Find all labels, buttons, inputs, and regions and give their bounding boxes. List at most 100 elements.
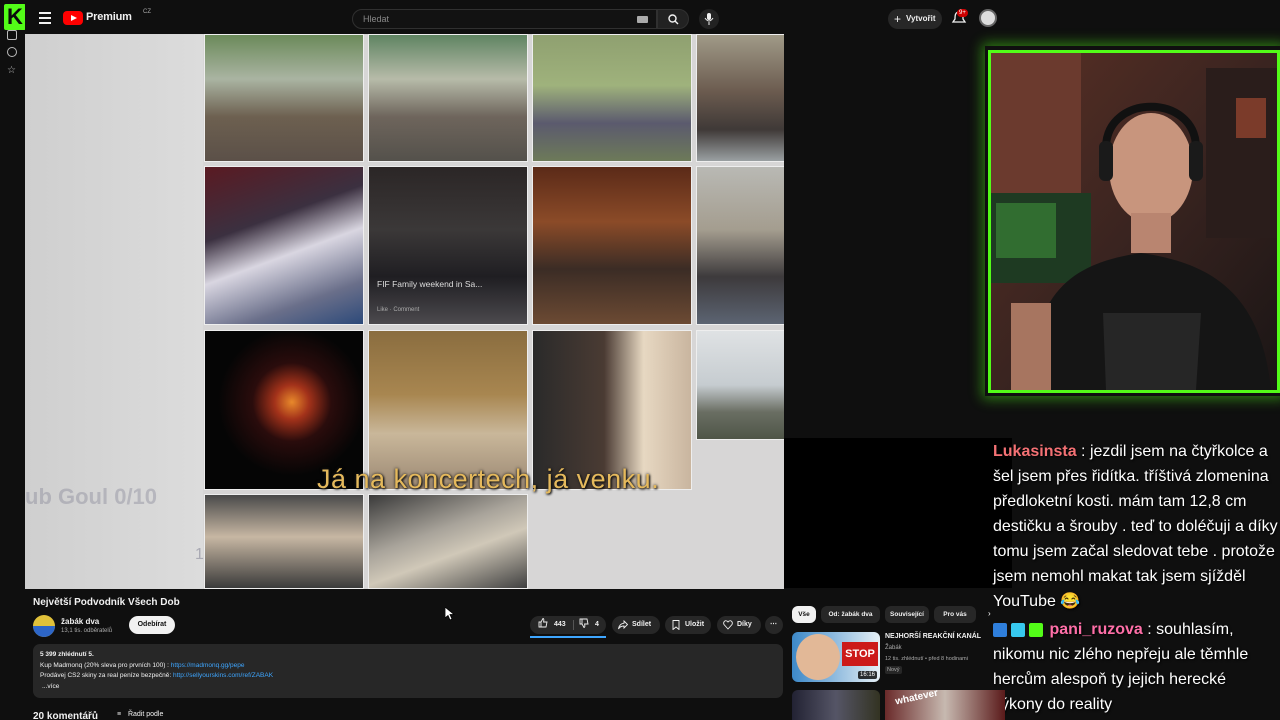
photo-thumbnail: [204, 166, 364, 325]
chip-all[interactable]: Vše: [792, 606, 816, 623]
sort-button[interactable]: ≡ Řadit podle: [117, 711, 163, 718]
like-count: 443: [553, 621, 566, 628]
youtube-logo-icon[interactable]: [63, 11, 83, 25]
description-more[interactable]: ...více: [40, 682, 776, 693]
photo-thumbnail: [368, 494, 528, 589]
mini-sidebar: ☆: [0, 30, 25, 90]
chip-related[interactable]: Související: [885, 606, 929, 623]
chat-separator: :: [1142, 621, 1157, 638]
more-actions-button[interactable]: ⋯: [765, 616, 783, 634]
sort-icon: ≡: [117, 711, 122, 718]
photo-thumbnail: [368, 34, 528, 162]
like-button[interactable]: 443: [538, 616, 566, 634]
create-label: Vytvořit: [906, 14, 936, 23]
channel-subscribers: 13,1 tis. odběratelů: [61, 628, 113, 634]
description-line: Prodávej CS2 skiny za real peníze bezpeč…: [40, 671, 776, 682]
comments-count: 20 komentářů: [33, 711, 99, 720]
chat-message: Lukasinsta : jezdil jsem na čtyřkolce a …: [993, 439, 1280, 614]
streamer-webcam: [988, 50, 1280, 393]
chat-separator: :: [1076, 443, 1090, 460]
photo-sub: Like · Comment: [377, 307, 420, 313]
star-icon[interactable]: ☆: [7, 66, 17, 76]
youtube-topbar: Premium CZ + Vytvořit 9+: [25, 0, 1012, 36]
recommendation-meta: 12 tis. zhlédnutí • před 8 hodinami: [885, 656, 968, 662]
share-label: Sdílet: [632, 621, 652, 628]
dislike-count: 4: [594, 621, 599, 628]
voice-search-button[interactable]: [699, 9, 719, 29]
kick-logo: K: [4, 4, 26, 30]
photo-thumbnail: [532, 166, 692, 325]
video-title: Největší Podvodník Všech Dob: [33, 597, 180, 608]
chat-message: pani_ruzova : souhlasím, nikomu nic zléh…: [993, 617, 1280, 717]
bg-text: ub Goul 0/10: [25, 484, 158, 509]
like-separator: [573, 620, 574, 630]
chat-text: jezdil jsem na čtyřkolce a šel jsem přes…: [993, 443, 1278, 610]
microphone-icon: [704, 13, 714, 25]
subscribe-button[interactable]: Odebírat: [129, 616, 175, 634]
create-button[interactable]: + Vytvořit: [888, 9, 942, 29]
dislike-button[interactable]: 4: [579, 616, 599, 634]
recommendation-thumbnail[interactable]: whatever: [885, 690, 1005, 720]
bookmark-icon: [672, 620, 680, 630]
search-icon: [668, 14, 679, 25]
description-box[interactable]: 5 399 zhlédnutí 5. Kup Madmonq (20% slev…: [33, 644, 783, 698]
home-icon[interactable]: [7, 30, 17, 40]
recommendation-title[interactable]: NEJHORŠÍ REAKČNÍ KANÁL: [885, 633, 985, 640]
youtube-brand[interactable]: Premium: [86, 11, 132, 23]
like-dislike-group: 443 4: [530, 616, 606, 634]
keyboard-icon[interactable]: [637, 16, 648, 23]
history-icon[interactable]: [7, 47, 17, 57]
channel-avatar[interactable]: [33, 615, 55, 637]
photo-thumbnail: [532, 34, 692, 162]
chip-from-channel[interactable]: Od: žabák dva: [821, 606, 880, 623]
video-duration: 16:16: [857, 671, 877, 679]
description-text: Kup Madmonq (20% sleva pro prvních 100) …: [40, 661, 171, 669]
notification-badge: 9+: [957, 9, 968, 17]
search-button[interactable]: [657, 9, 689, 29]
badge-icon: [1011, 622, 1025, 637]
thumb-text: whatever: [894, 690, 940, 708]
streamer-image: [991, 53, 1277, 390]
photo-thumbnail: [204, 494, 364, 589]
stream-screen: K ☆ Premium CZ + Vytvořit 9+ ub Goul 0: [0, 0, 1280, 720]
thanks-button[interactable]: Díky: [717, 616, 761, 634]
search-box[interactable]: [352, 9, 657, 29]
chat-badges: [993, 622, 1045, 637]
madmonq-link[interactable]: https://madmonq.gg/pepe: [171, 662, 245, 669]
channel-name[interactable]: žabák dva: [61, 617, 99, 626]
overlay-panel: [784, 438, 1012, 588]
thumbs-down-icon: [579, 618, 589, 628]
thumbs-up-icon: [538, 618, 548, 628]
video-subtitle: Já na koncertech, já venku.: [317, 464, 660, 494]
menu-icon[interactable]: [39, 12, 51, 24]
sort-label: Řadit podle: [127, 711, 164, 718]
plus-icon: +: [894, 12, 902, 26]
chevron-right-icon[interactable]: ›: [988, 609, 991, 618]
badge-icon: [993, 622, 1007, 637]
chat-username: pani_ruzova: [1049, 621, 1143, 638]
view-count: 5 399 zhlédnutí 5.: [40, 651, 94, 658]
photo-caption: FIF Family weekend in Sa...: [377, 279, 483, 289]
sellyourskins-link[interactable]: http://sellyourskins.com/ref/ZABAK: [173, 672, 273, 679]
recommendation-thumbnail[interactable]: [792, 690, 880, 720]
face-image: [796, 634, 840, 680]
photo-thumbnail: [696, 166, 784, 325]
search-input[interactable]: [363, 14, 603, 24]
recommendation-thumbnail[interactable]: STOP 16:16: [792, 632, 880, 682]
mouse-cursor-icon: [445, 607, 455, 621]
account-avatar[interactable]: [979, 9, 997, 27]
description-line: Kup Madmonq (20% sleva pro prvních 100) …: [40, 661, 776, 672]
photo-thumbnail: [696, 330, 784, 440]
recommendation-channel[interactable]: Žabák: [885, 645, 902, 651]
stop-sign: STOP: [842, 642, 878, 666]
photo-thumbnail: [204, 34, 364, 162]
chat-overlay: Lukasinsta : jezdil jsem na čtyřkolce a …: [993, 438, 1280, 720]
video-player[interactable]: ub Goul 0/10 1,027 FIF Family weekend in…: [25, 34, 784, 589]
like-progress: [530, 636, 606, 638]
new-badge: Nový: [885, 666, 902, 674]
chip-for-you[interactable]: Pro vás: [934, 606, 976, 623]
share-button[interactable]: Sdílet: [612, 616, 660, 634]
share-icon: [618, 620, 628, 630]
photo-thumbnail: [696, 34, 784, 162]
save-button[interactable]: Uložit: [665, 616, 711, 634]
